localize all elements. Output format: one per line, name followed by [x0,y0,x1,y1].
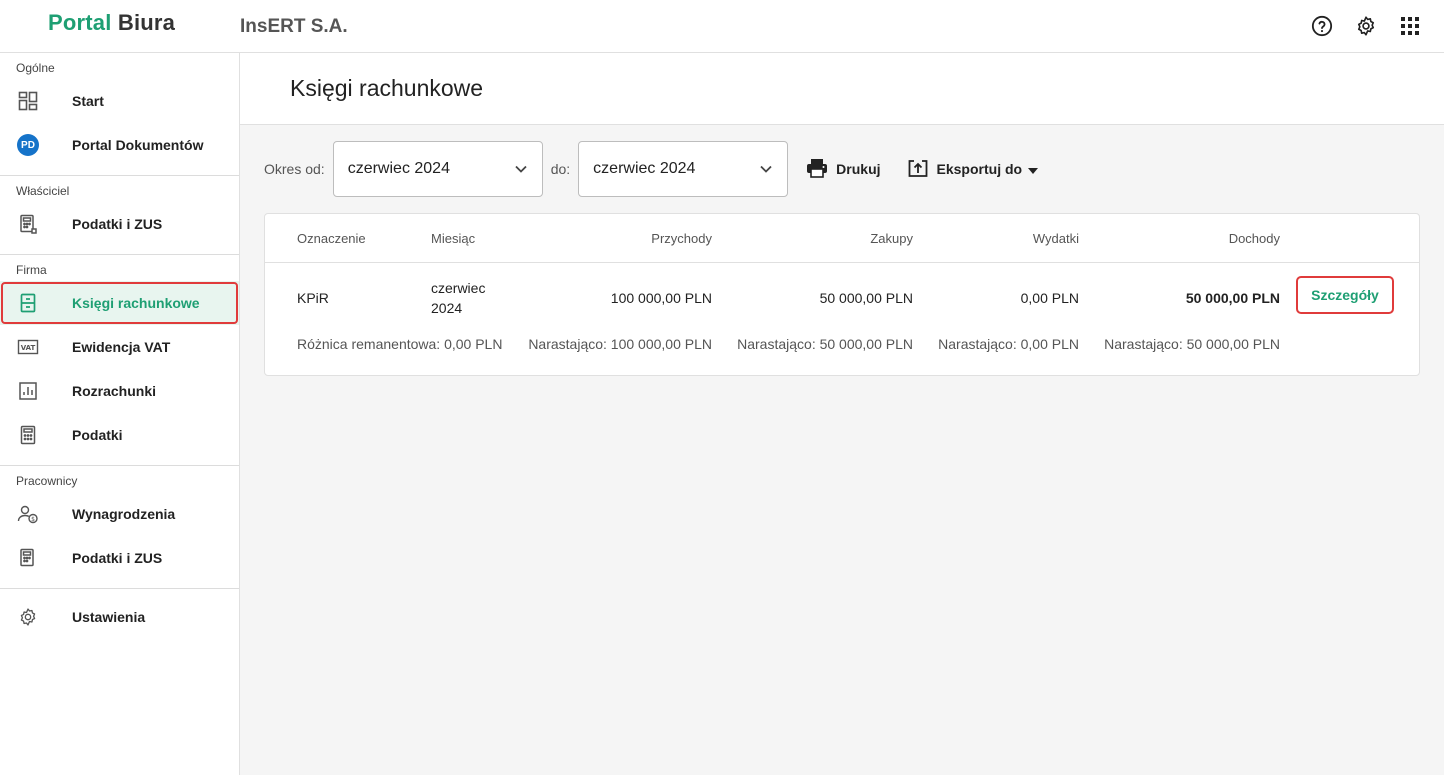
cell-narastajaco-wydatki: Narastająco: 0,00 PLN [938,336,1079,352]
details-button[interactable]: Szczegóły [1296,276,1394,314]
sidebar-item-start[interactable]: Start [0,79,239,123]
chevron-down-icon [759,162,773,181]
sidebar-section-firma: Firma [16,263,47,277]
sidebar-item-label: Ewidencja VAT [72,339,171,355]
sidebar-item-portal-dokumentow[interactable]: PD Portal Dokumentów [0,123,239,167]
column-header-miesiac: Miesiąc [431,231,476,246]
logo-text-portal: Portal [48,10,112,35]
caret-down-icon [1028,161,1046,177]
sidebar-item-ksiegi-rachunkowe[interactable]: Księgi rachunkowe [0,281,239,325]
table-row: KPiR czerwiec 2024 100 000,00 PLN 50 000… [265,263,1419,375]
app-logo[interactable]: Portal Biura [48,10,175,36]
export-label: Eksportuj do [936,161,1023,177]
sidebar-item-label: Wynagrodzenia [72,506,176,522]
period-from-label: Okres od: [264,161,325,177]
ledger-table: Oznaczenie Miesiąc Przychody Zakupy Wyda… [264,213,1420,376]
salary-icon: $ [16,502,40,526]
help-icon[interactable] [1310,14,1334,38]
column-header-dochody: Dochody [1228,231,1280,246]
sidebar-item-podatki-zus-employees[interactable]: Podatki i ZUS [0,536,239,580]
printer-icon [806,158,836,181]
sidebar-item-label: Start [72,93,104,109]
cell-miesiac-line1: czerwiec [431,280,486,296]
cell-oznaczenie: KPiR [297,290,329,306]
sidebar-item-label: Ustawienia [72,609,146,625]
company-name: InsERT S.A. [240,16,348,37]
cell-narastajaco-przychody: Narastająco: 100 000,00 PLN [528,336,712,352]
sidebar-item-rozrachunki[interactable]: Rozrachunki [0,369,239,413]
svg-text:VAT: VAT [21,344,36,352]
cell-dochody: 50 000,00 PLN [1185,290,1280,306]
calculator-icon [16,423,40,447]
sidebar-section-ogolne: Ogólne [16,61,55,75]
sidebar-item-wynagrodzenia[interactable]: $ Wynagrodzenia [0,492,239,536]
cell-miesiac-line2: 2024 [431,300,463,316]
sidebar-item-label: Księgi rachunkowe [72,295,200,311]
cell-przychody: 100 000,00 PLN [610,290,712,306]
cell-narastajaco-zakupy: Narastająco: 50 000,00 PLN [737,336,913,352]
cell-wydatki: 0,00 PLN [1020,290,1079,306]
calculator-icon [16,212,40,236]
top-icons [1310,14,1422,38]
sidebar-item-podatki-zus-owner[interactable]: Podatki i ZUS [0,202,239,246]
sidebar-item-ewidencja-vat[interactable]: VAT Ewidencja VAT [0,325,239,369]
cell-zakupy: 50 000,00 PLN [819,290,913,306]
settings-icon[interactable] [1354,14,1378,38]
period-to-label: do: [550,161,571,177]
page-header: Księgi rachunkowe [240,53,1444,125]
top-bar: Portal Biura InsERT S.A. [0,0,1444,53]
chart-icon [16,379,40,403]
calculator-icon [16,546,40,570]
period-to-select[interactable]: czerwiec 2024 [578,141,789,197]
gear-icon [16,605,40,629]
period-from-value: czerwiec 2024 [347,160,450,177]
vat-icon: VAT [16,335,40,359]
column-header-zakupy: Zakupy [870,231,913,246]
cell-roznica-remanentowa: Różnica remanentowa: 0,00 PLN [297,336,503,352]
svg-text:$: $ [31,516,35,523]
dashboard-icon [16,89,40,113]
sidebar-section-wlasciciel: Właściciel [16,184,70,198]
period-to-value: czerwiec 2024 [593,160,696,177]
sidebar-section-pracownicy: Pracownicy [16,474,78,488]
column-header-wydatki: Wydatki [1032,231,1079,246]
sidebar-item-ustawienia[interactable]: Ustawienia [0,595,239,639]
logo-text-biura: Biura [117,10,176,35]
table-header: Oznaczenie Miesiąc Przychody Zakupy Wyda… [265,214,1419,263]
sidebar-item-podatki[interactable]: Podatki [0,413,239,457]
export-button[interactable]: Eksportuj do [899,151,1055,187]
sidebar-item-label: Podatki i ZUS [72,216,163,232]
print-button[interactable]: Drukuj [798,151,888,187]
portal-dokumentow-icon: PD [16,133,40,157]
filter-bar: Okres od: czerwiec 2024 do: czerwiec 202… [264,141,1054,197]
export-icon [907,158,937,181]
sidebar-item-label: Podatki [72,427,123,443]
sidebar: Ogólne Start PD Portal Dokumentów Właści… [0,53,240,775]
chevron-down-icon [514,162,528,181]
page-title: Księgi rachunkowe [290,75,484,101]
column-header-oznaczenie: Oznaczenie [297,231,366,246]
column-header-przychody: Przychody [651,231,712,246]
sidebar-item-label: Rozrachunki [72,383,157,399]
main-content: Księgi rachunkowe Okres od: czerwiec 202… [240,53,1444,775]
pd-badge: PD [17,134,39,156]
print-label: Drukuj [836,161,881,177]
sidebar-item-label: Podatki i ZUS [72,550,163,566]
cell-narastajaco-dochody: Narastająco: 50 000,00 PLN [1104,336,1280,352]
period-from-select[interactable]: czerwiec 2024 [332,141,543,197]
ledger-icon [16,291,40,315]
sidebar-item-label: Portal Dokumentów [72,137,204,153]
apps-grid-icon[interactable] [1398,14,1422,38]
